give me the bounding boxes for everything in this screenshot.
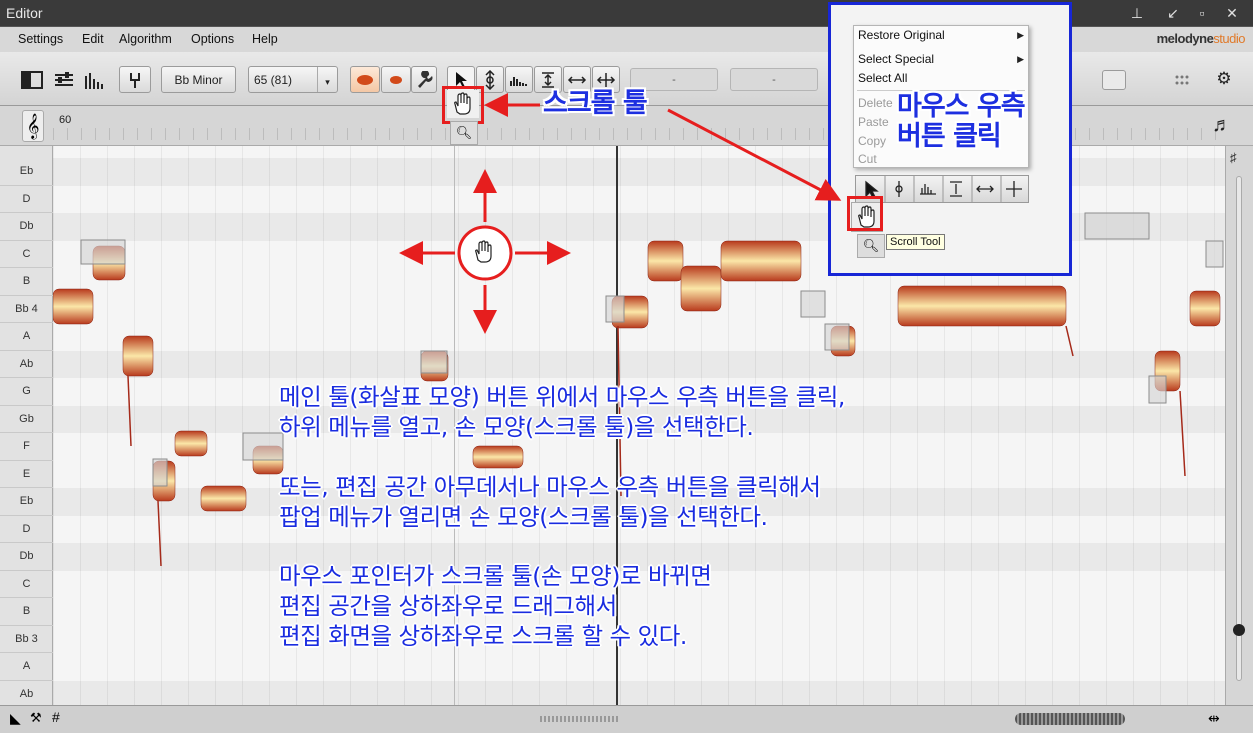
right-click-label-line2: 버튼 클릭 xyxy=(897,121,1002,152)
zoom-tool-icon[interactable]: 🔍︎ xyxy=(450,121,478,145)
tuning-button[interactable] xyxy=(119,66,151,93)
pitch-label: A xyxy=(0,653,53,681)
pitch-label: E xyxy=(0,461,53,488)
formant-icon xyxy=(510,76,527,86)
pitch-label: C xyxy=(0,241,53,268)
grid-hash-icon[interactable]: # xyxy=(52,709,60,725)
fit-icon[interactable]: ⇹ xyxy=(1208,710,1220,727)
tuning-fork-icon xyxy=(130,72,140,88)
vertical-scrollbar[interactable]: ♯ xyxy=(1225,146,1253,705)
submenu-arrow-icon: ▶ xyxy=(1017,54,1024,64)
melodyne-logo: melodynestudio xyxy=(1156,31,1246,46)
blob-small-icon xyxy=(390,75,402,84)
zoom-slider-knob[interactable] xyxy=(1233,624,1245,636)
settings-gear-icon[interactable]: ⚙ xyxy=(1213,68,1235,90)
menu-help[interactable]: Help xyxy=(252,32,278,46)
treble-clef-icon[interactable]: 𝄞 xyxy=(22,110,44,142)
pitch-label: A xyxy=(0,323,53,351)
hand-icon xyxy=(454,92,471,115)
scroll-tool-button-main[interactable] xyxy=(447,90,479,118)
pitch-label: Ab xyxy=(0,681,53,708)
scroll-tool-label: 스크롤 툴 xyxy=(543,88,648,119)
wrench-button[interactable] xyxy=(411,66,437,93)
tooltip: Scroll Tool xyxy=(886,234,945,250)
overview-waveform[interactable] xyxy=(1015,713,1125,725)
note-icon[interactable]: ♬ xyxy=(1212,114,1232,137)
pitch-label: B xyxy=(0,598,53,626)
window-title: Editor xyxy=(6,5,43,21)
submenu-arrow-icon: ▶ xyxy=(1017,30,1024,40)
mixer-icon[interactable] xyxy=(50,66,78,93)
instruction-line-5: 마우스 포인터가 스크롤 툴(손 모양)로 바뀌면 xyxy=(279,562,712,590)
dropdown-arrow-icon: ▾ xyxy=(317,67,337,92)
restore-icon[interactable]: ↙ xyxy=(1163,3,1183,23)
brush-icon[interactable]: ⚒ xyxy=(30,710,42,726)
tool-field-2[interactable]: - xyxy=(730,68,818,91)
layout-icon[interactable] xyxy=(18,66,46,93)
pitch-label: B xyxy=(0,268,53,296)
blob-icon xyxy=(357,74,373,85)
pitch-label: Bb 3 xyxy=(0,626,53,653)
instruction-line-1: 메인 툴(화살표 모양) 버튼 위에서 마우스 우측 버튼을 클릭, xyxy=(279,383,845,411)
pitch-label: G xyxy=(0,378,53,406)
mini-waveform xyxy=(540,716,620,722)
ctx-select-special[interactable]: Select Special xyxy=(858,52,934,66)
menu-options[interactable]: Options xyxy=(191,32,234,46)
instruction-line-7: 편집 화면을 상하좌우로 스크롤 할 수 있다. xyxy=(279,622,687,650)
ctx-cut: Cut xyxy=(858,152,877,166)
play-triangle-icon[interactable]: ◣ xyxy=(10,710,21,727)
bar-number: 60 xyxy=(59,114,72,126)
ctx-delete: Delete xyxy=(858,96,893,110)
instruction-line-6: 편집 공간을 상하좌우로 드래그해서 xyxy=(279,592,617,620)
dots-grid-icon[interactable] xyxy=(1172,70,1194,90)
wrench-icon xyxy=(418,70,433,88)
pitch-label: Db xyxy=(0,543,53,571)
ctx-restore-original[interactable]: Restore Original xyxy=(858,28,945,42)
scroll-track[interactable] xyxy=(1236,176,1242,681)
instruction-line-2: 하위 메뉴를 열고, 손 모양(스크롤 툴)을 선택한다. xyxy=(279,413,754,441)
formant-tool-button[interactable] xyxy=(505,66,533,93)
time-arrows-icon xyxy=(567,75,587,84)
ctx-select-all[interactable]: Select All xyxy=(858,71,907,85)
level-meter-icon[interactable] xyxy=(80,66,108,93)
pitch-label: D xyxy=(0,516,53,543)
pin-icon[interactable]: ⊥ xyxy=(1127,3,1147,23)
pitch-label: Bb 4 xyxy=(0,296,53,323)
maximize-icon[interactable]: ▫ xyxy=(1192,3,1212,23)
zoom-tool-icon[interactable]: 🔍︎ xyxy=(857,234,885,258)
toggle-switch[interactable] xyxy=(1102,70,1126,90)
key-button[interactable]: Bb Minor xyxy=(161,66,236,93)
pitch-tool-icon xyxy=(485,69,495,90)
sharp-icon[interactable]: ♯ xyxy=(1230,150,1237,165)
pitch-label: F xyxy=(0,433,53,461)
inset-scroll-tool-highlight-box xyxy=(847,196,883,231)
pitch-ruler: Eb D Db C B Bb 4 A Ab G Gb F E Eb D Db C B Bb 3 A Ab xyxy=(0,146,53,708)
pitch-label: D xyxy=(0,186,53,213)
pitch-label: Ab xyxy=(0,351,53,378)
menu-algorithm[interactable]: Algorithm xyxy=(119,32,172,46)
amplitude-icon xyxy=(542,71,554,88)
pitch-label: Db xyxy=(0,213,53,241)
separation-icon xyxy=(596,72,616,87)
pitch-label: Eb xyxy=(0,488,53,516)
instruction-line-3: 또는, 편집 공간 아무데서나 마우스 우측 버튼을 클릭해서 xyxy=(279,473,821,501)
close-icon[interactable]: ✕ xyxy=(1222,3,1242,23)
blob-tool-a-button[interactable] xyxy=(350,66,380,93)
pitch-label: Gb xyxy=(0,406,53,433)
instruction-line-4: 팝업 메뉴가 열리면 손 모양(스크롤 툴)을 선택한다. xyxy=(279,503,768,531)
menu-edit[interactable]: Edit xyxy=(82,32,104,46)
pitch-label: C xyxy=(0,571,53,598)
blob-tool-b-button[interactable] xyxy=(381,66,411,93)
tempo-field[interactable]: 65 (81) ▾ xyxy=(248,66,338,93)
melodyne-editor-window: Editor ⊥ ↙ ▫ ✕ Settings Edit Algorithm O… xyxy=(0,0,1253,733)
pitch-label: Eb xyxy=(0,158,53,186)
ctx-copy: Copy xyxy=(858,134,887,148)
bottom-bar: ◣ ⚒ # ⇹ xyxy=(0,705,1253,733)
menu-settings[interactable]: Settings xyxy=(18,32,63,46)
ctx-paste: Paste xyxy=(858,115,889,129)
right-click-label-line1: 마우스 우측 xyxy=(897,91,1026,122)
